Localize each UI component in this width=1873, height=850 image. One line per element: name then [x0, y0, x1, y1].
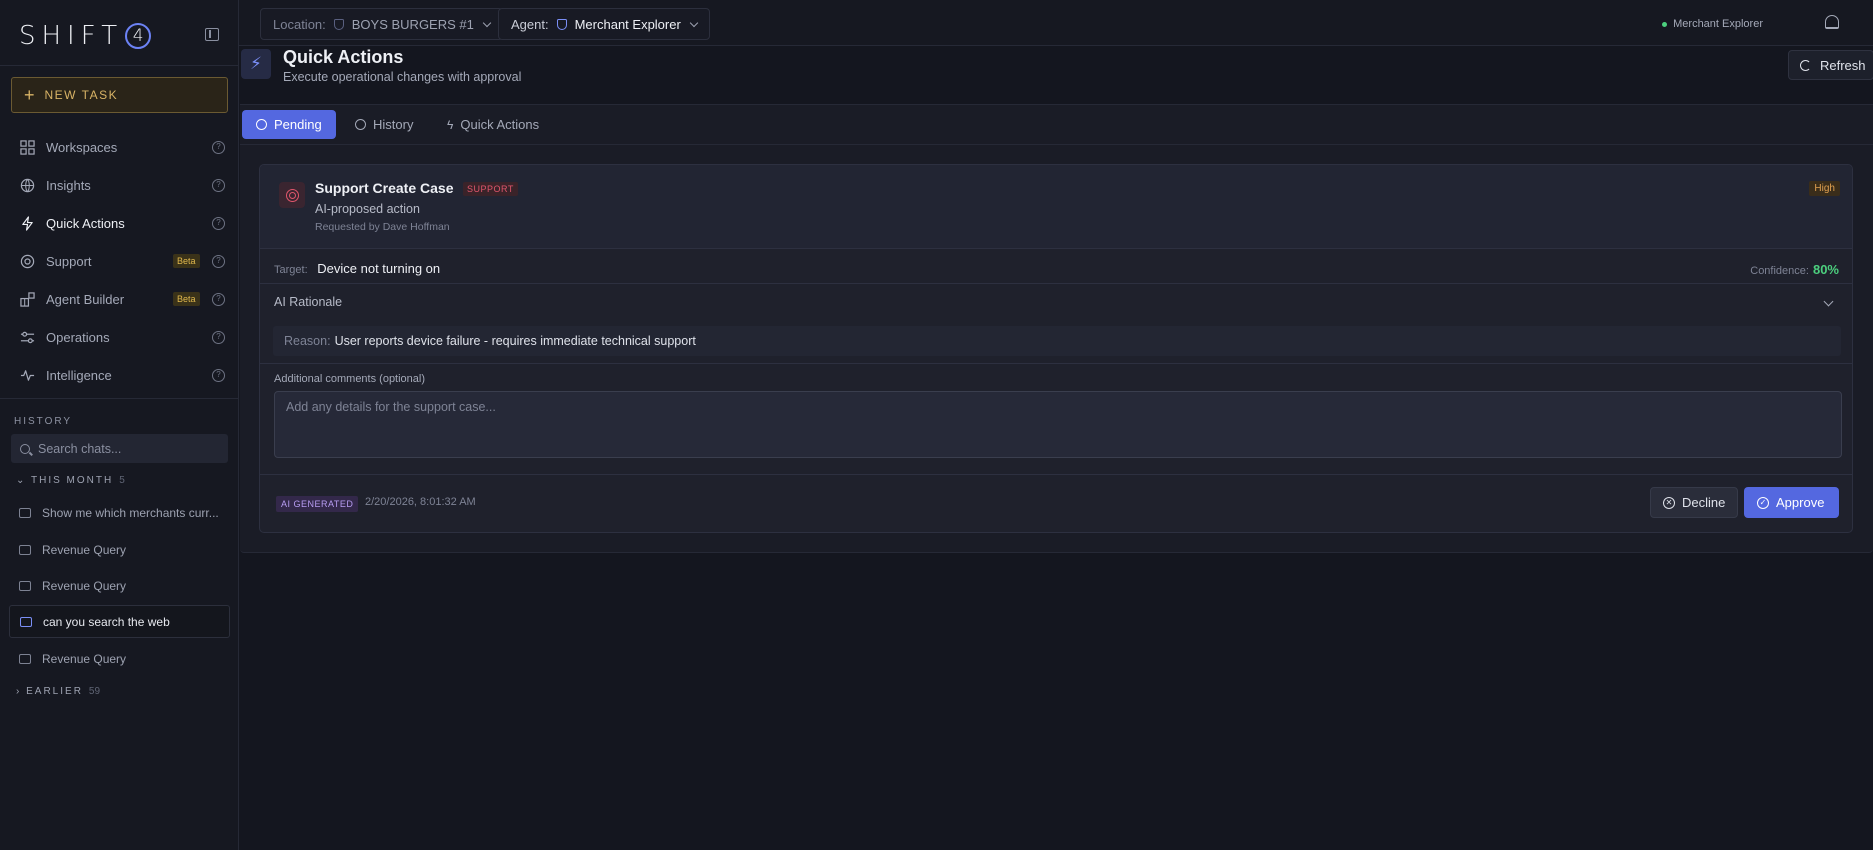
- shield-icon: [556, 18, 567, 30]
- chevron-down-icon: [482, 18, 492, 27]
- shift4-logo[interactable]: SHIFT 4: [19, 21, 152, 51]
- chevron-down-icon[interactable]: [1823, 296, 1834, 307]
- sidebar-nav: Workspaces ? Insights ? Quick Actions ? …: [0, 128, 239, 394]
- chevron-right-icon: ›: [16, 686, 22, 697]
- beta-badge: Beta: [173, 254, 200, 268]
- location-pin-icon: [333, 18, 344, 30]
- help-icon[interactable]: ?: [212, 293, 225, 306]
- divider: [260, 283, 1852, 284]
- page-title: Quick Actions: [283, 47, 404, 67]
- chat-search-input[interactable]: [38, 441, 218, 456]
- lifebuoy-icon: [20, 254, 35, 268]
- target-value: Device not turning on: [317, 261, 441, 276]
- bolt-icon: ⚡: [241, 49, 271, 79]
- reason-value: User reports device failure - requires i…: [334, 334, 696, 348]
- location-selector[interactable]: Location: BOYS BURGERS #1: [260, 8, 503, 40]
- chat-bubble-icon: [19, 580, 31, 591]
- ai-rationale-toggle[interactable]: AI Rationale: [274, 295, 342, 309]
- action-subtitle: AI-proposed action: [315, 202, 420, 216]
- chat-bubble-icon: [19, 544, 31, 555]
- timestamp: 2/20/2026, 8:01:32 AM: [365, 496, 476, 508]
- chat-item[interactable]: Show me which merchants curr...: [9, 496, 230, 529]
- sidebar: SHIFT 4 + NEW TASK Workspaces ? Insights …: [0, 0, 239, 850]
- actions-panel: Pending History ϟ Quick Actions Support …: [240, 104, 1873, 553]
- chat-item[interactable]: Revenue Query: [9, 533, 230, 566]
- priority-badge: High: [1809, 181, 1840, 196]
- chat-item[interactable]: Revenue Query: [9, 569, 230, 602]
- chevron-down-icon: ⌄: [16, 475, 27, 486]
- sidebar-item-workspaces[interactable]: Workspaces ?: [0, 128, 239, 166]
- tab-pending[interactable]: Pending: [242, 110, 336, 139]
- page-subtitle: Execute operational changes with approva…: [283, 70, 522, 84]
- chevron-down-icon: [689, 18, 699, 27]
- history-icon: [355, 119, 366, 130]
- bell-icon[interactable]: [1825, 15, 1839, 29]
- agent-status: Merchant Explorer: [1662, 18, 1763, 30]
- reason-box: Reason: User reports device failure - re…: [273, 326, 1841, 356]
- sidebar-collapse-icon[interactable]: [205, 28, 219, 41]
- bolt-icon: ϟ: [447, 117, 454, 132]
- tab-history[interactable]: History: [341, 110, 427, 139]
- agent-selector[interactable]: Agent: Merchant Explorer: [498, 8, 710, 40]
- clock-icon: [256, 119, 267, 130]
- grid-icon: [20, 139, 35, 155]
- chat-bubble-icon: [19, 507, 31, 518]
- sidebar-item-support[interactable]: Support Beta ?: [0, 242, 239, 280]
- sliders-icon: [20, 331, 35, 343]
- bolt-icon: [22, 215, 33, 231]
- decline-button[interactable]: ✕ Decline: [1650, 487, 1738, 518]
- chat-item[interactable]: Revenue Query: [9, 642, 230, 675]
- divider: [260, 474, 1852, 475]
- sidebar-item-quick-actions[interactable]: Quick Actions ?: [0, 204, 239, 242]
- divider: [260, 363, 1852, 364]
- sidebar-item-operations[interactable]: Operations ?: [0, 318, 239, 356]
- history-heading: HISTORY: [14, 416, 73, 427]
- ai-generated-badge: AI GENERATED: [276, 496, 359, 512]
- tab-quick-actions[interactable]: ϟ Quick Actions: [433, 110, 553, 139]
- group-this-month[interactable]: ⌄ THIS MONTH 5: [16, 475, 125, 486]
- status-dot-icon: [1662, 21, 1668, 27]
- divider: [0, 398, 239, 399]
- card-header: Support Create Case SUPPORT AI-proposed …: [260, 165, 1852, 249]
- plus-icon: +: [24, 84, 35, 105]
- help-icon[interactable]: ?: [212, 331, 225, 344]
- check-circle-icon: ✓: [1757, 496, 1769, 509]
- help-icon[interactable]: ?: [212, 369, 225, 382]
- comments-label: Additional comments (optional): [274, 373, 426, 385]
- category-badge: SUPPORT: [463, 182, 518, 196]
- confidence-value: 80%: [1812, 262, 1839, 277]
- comments-field[interactable]: [274, 391, 1842, 458]
- search-icon: [20, 443, 30, 454]
- chat-bubble-icon: [20, 616, 32, 627]
- refresh-icon: [1800, 59, 1811, 71]
- sidebar-item-intelligence[interactable]: Intelligence ?: [0, 356, 239, 394]
- group-earlier[interactable]: › EARLIER 59: [16, 686, 100, 697]
- requested-by: Requested by Dave Hoffman: [315, 221, 450, 233]
- logo-row: SHIFT 4: [0, 0, 239, 66]
- chat-item-active[interactable]: can you search the web: [9, 605, 230, 638]
- sidebar-item-agent-builder[interactable]: Agent Builder Beta ?: [0, 280, 239, 318]
- help-icon[interactable]: ?: [212, 217, 225, 230]
- chat-bubble-icon: [19, 653, 31, 664]
- chat-search[interactable]: [11, 434, 228, 463]
- approve-button[interactable]: ✓ Approve: [1744, 487, 1839, 518]
- help-icon[interactable]: ?: [212, 179, 225, 192]
- pending-action-card: Support Create Case SUPPORT AI-proposed …: [259, 164, 1853, 533]
- help-icon[interactable]: ?: [212, 255, 225, 268]
- target-row: Target: Device not turning on: [274, 261, 441, 276]
- pulse-icon: [20, 369, 35, 381]
- beta-badge: Beta: [173, 292, 200, 306]
- sidebar-item-insights[interactable]: Insights ?: [0, 166, 239, 204]
- tabs: Pending History ϟ Quick Actions: [240, 105, 1873, 145]
- x-circle-icon: ✕: [1663, 496, 1675, 509]
- top-bar: Location: BOYS BURGERS #1 Agent: Merchan…: [239, 0, 1873, 46]
- lifebuoy-icon: [279, 182, 305, 208]
- refresh-button[interactable]: Refresh: [1788, 50, 1873, 80]
- action-title: Support Create Case: [315, 180, 454, 196]
- confidence: Confidence: 80%: [1750, 262, 1839, 277]
- blocks-icon: [20, 291, 35, 307]
- help-icon[interactable]: ?: [212, 141, 225, 154]
- new-task-button[interactable]: + NEW TASK: [11, 77, 228, 113]
- globe-icon: [20, 178, 35, 192]
